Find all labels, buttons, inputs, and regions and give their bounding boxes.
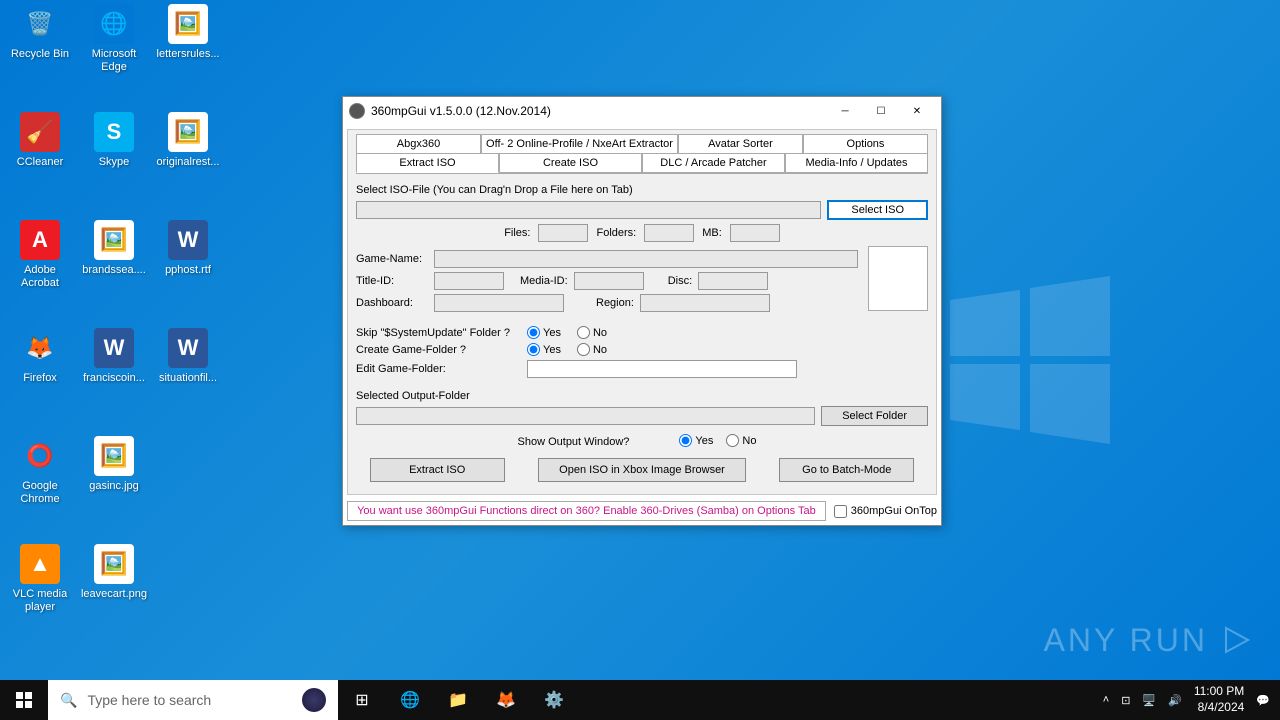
open-iso-button[interactable]: Open ISO in Xbox Image Browser [538,458,746,482]
show-yes-radio[interactable]: Yes [679,434,713,447]
clock[interactable]: 11:00 PM 8/4/2024 [1194,684,1244,715]
desktop-icon[interactable]: 🗑️Recycle Bin [4,4,76,61]
tray-meet-icon[interactable]: ⊡ [1121,694,1130,707]
taskbar: 🔍 Type here to search ⊞ 🌐 📁 🦊 ⚙️ ˄ ⊡ 🖥️ … [0,680,1280,720]
tab[interactable]: Abgx360 [356,134,481,153]
title-id-label: Title-ID: [356,275,428,287]
edit-folder-label: Edit Game-Folder: [356,363,521,375]
desktop-icon[interactable]: 🦊Firefox [4,328,76,385]
tab[interactable]: Avatar Sorter [678,134,803,153]
tray-chevron-icon[interactable]: ˄ [1103,694,1109,706]
skip-no-radio[interactable]: No [577,326,607,339]
desktop-icon[interactable]: ⭕Google Chrome [4,436,76,506]
desktop-icon[interactable]: 🖼️brandssea.... [78,220,150,277]
mb-label: MB: [702,227,722,239]
dashboard-input[interactable] [434,294,564,312]
tab[interactable]: Create ISO [499,153,642,173]
output-label: Selected Output-Folder [356,390,928,402]
desktop-icon[interactable]: SSkype [78,112,150,169]
show-no-radio[interactable]: No [726,434,756,447]
desktop-icon[interactable]: Wpphost.rtf [152,220,224,277]
skip-label: Skip "$SystemUpdate" Folder ? [356,327,521,339]
disc-label: Disc: [668,275,692,287]
window-title: 360mpGui v1.5.0.0 (12.Nov.2014) [371,104,827,118]
media-id-label: Media-ID: [520,275,568,287]
taskbar-edge[interactable]: 🌐 [386,680,434,720]
show-output-label: Show Output Window? [518,436,630,448]
tray-notifications-icon[interactable]: 💬 [1256,694,1270,707]
status-message: You want use 360mpGui Functions direct o… [347,501,826,521]
task-view-button[interactable]: ⊞ [338,680,386,720]
select-iso-label: Select ISO-File (You can Drag'n Drop a F… [356,184,928,196]
desktop-icon[interactable]: Wsituationfil... [152,328,224,385]
maximize-button[interactable]: ☐ [863,99,899,123]
batch-mode-button[interactable]: Go to Batch-Mode [779,458,914,482]
output-folder-input[interactable] [356,407,815,425]
app-icon [349,103,365,119]
folders-label: Folders: [596,227,636,239]
ontop-checkbox[interactable]: 360mpGui OnTop [834,505,937,518]
dashboard-label: Dashboard: [356,297,428,309]
desktop-icon[interactable]: 🖼️leavecart.png [78,544,150,601]
desktop-icon[interactable]: 🖼️lettersrules... [152,4,224,61]
create-yes-radio[interactable]: Yes [527,343,561,356]
iso-path-input[interactable] [356,201,821,219]
cover-art-box [868,246,928,311]
cortana-icon [302,688,326,712]
search-box[interactable]: 🔍 Type here to search [48,680,338,720]
game-name-input[interactable] [434,250,858,268]
close-button[interactable]: ✕ [899,99,935,123]
tab[interactable]: Options [803,134,928,153]
edit-folder-input[interactable] [527,360,797,378]
game-name-label: Game-Name: [356,253,428,265]
media-id-input[interactable] [574,272,644,290]
skip-yes-radio[interactable]: Yes [527,326,561,339]
titlebar[interactable]: 360mpGui v1.5.0.0 (12.Nov.2014) ─ ☐ ✕ [343,97,941,125]
tray-network-icon[interactable]: 🖥️ [1142,694,1156,707]
disc-input[interactable] [698,272,768,290]
taskbar-app[interactable]: ⚙️ [530,680,578,720]
create-folder-label: Create Game-Folder ? [356,344,521,356]
desktop-icon[interactable]: 🖼️gasinc.jpg [78,436,150,493]
mb-input[interactable] [730,224,780,242]
search-icon: 🔍 [60,692,77,709]
start-button[interactable] [0,680,48,720]
taskbar-firefox[interactable]: 🦊 [482,680,530,720]
desktop-icon[interactable]: 🌐Microsoft Edge [78,4,150,74]
watermark: ANY RUN [1044,620,1256,660]
tab[interactable]: Media-Info / Updates [785,153,928,173]
taskbar-explorer[interactable]: 📁 [434,680,482,720]
desktop-icon[interactable]: AAdobe Acrobat [4,220,76,290]
search-placeholder: Type here to search [87,692,292,708]
create-no-radio[interactable]: No [577,343,607,356]
title-id-input[interactable] [434,272,504,290]
select-folder-button[interactable]: Select Folder [821,406,928,426]
files-label: Files: [504,227,530,239]
region-input[interactable] [640,294,770,312]
tray-volume-icon[interactable]: 🔊 [1168,694,1182,707]
desktop-icon[interactable]: Wfranciscoin... [78,328,150,385]
region-label: Region: [596,297,634,309]
desktop-icon[interactable]: ▲VLC media player [4,544,76,614]
windows-logo-bg [930,260,1130,460]
tab[interactable]: Off- 2 Online-Profile / NxeArt Extractor [481,134,678,153]
app-window: 360mpGui v1.5.0.0 (12.Nov.2014) ─ ☐ ✕ Ab… [342,96,942,526]
extract-iso-button[interactable]: Extract ISO [370,458,505,482]
minimize-button[interactable]: ─ [827,99,863,123]
desktop-icon[interactable]: 🧹CCleaner [4,112,76,169]
files-input[interactable] [538,224,588,242]
tab[interactable]: DLC / Arcade Patcher [642,153,785,173]
tab[interactable]: Extract ISO [356,153,499,173]
folders-input[interactable] [644,224,694,242]
select-iso-button[interactable]: Select ISO [827,200,928,220]
desktop-icon[interactable]: 🖼️originalrest... [152,112,224,169]
